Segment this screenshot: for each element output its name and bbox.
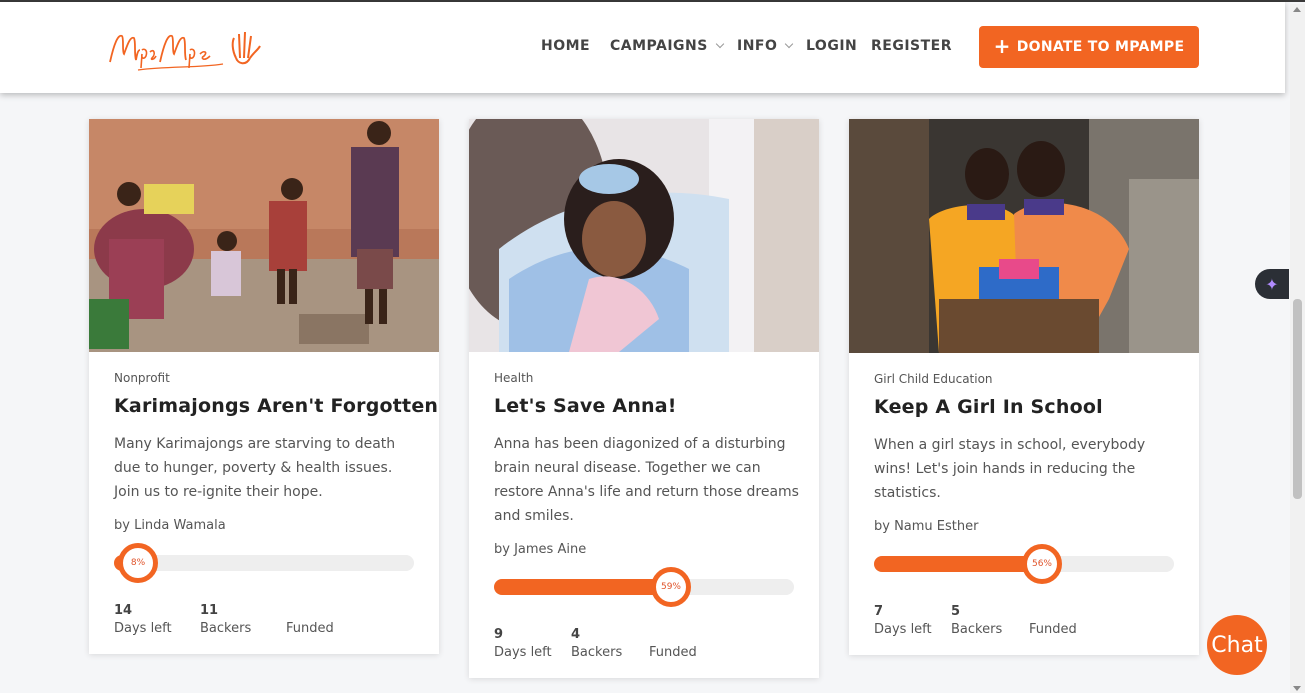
funded-label: Funded	[286, 621, 334, 636]
campaign-image[interactable]	[89, 119, 439, 352]
nav-campaigns[interactable]: CAMPAIGNS	[610, 38, 725, 54]
donate-button[interactable]: + DONATE TO MPAMPE	[979, 26, 1199, 68]
campaign-description: When a girl stays in school, everybody w…	[874, 437, 1146, 501]
page-scrollbar[interactable]	[1290, 4, 1305, 693]
progress-fill	[494, 579, 671, 595]
days-left-label: Days left	[874, 622, 932, 637]
days-left-label: Days left	[494, 645, 552, 660]
campaign-title[interactable]: Karimajongs Aren't Forgotten	[114, 395, 438, 417]
days-left-value: 7	[874, 604, 884, 619]
donate-button-label: DONATE TO MPAMPE	[1016, 39, 1185, 55]
days-left-label: Days left	[114, 621, 172, 636]
nav-register[interactable]: REGISTER	[871, 38, 952, 54]
days-left-stat: 7 Days left	[874, 604, 932, 637]
backers-value: 4	[571, 627, 581, 642]
funded-stat: Funded	[649, 627, 697, 660]
progress-knob: 56%	[1022, 544, 1062, 584]
campaign-category: Girl Child Education	[874, 372, 993, 386]
days-left-stat: 9 Days left	[494, 627, 552, 660]
campaign-card[interactable]: Girl Child Education Keep A Girl In Scho…	[849, 119, 1199, 655]
nav-home-label: HOME	[541, 38, 591, 54]
progress-label: 56%	[1031, 559, 1052, 569]
plus-icon: +	[993, 34, 1011, 58]
funded-value	[649, 627, 697, 645]
campaign-card[interactable]: Nonprofit Karimajongs Aren't Forgotten M…	[89, 119, 439, 654]
progress-bar: 59%	[494, 567, 794, 607]
funded-value	[286, 603, 334, 621]
scroll-up-arrow-icon[interactable]	[1293, 7, 1301, 12]
campaign-description: Anna has been diagonized of a disturbing…	[494, 436, 799, 524]
funded-value	[1029, 604, 1077, 622]
backers-label: Backers	[200, 621, 252, 636]
ai-assistant-button[interactable]: ✦	[1255, 269, 1289, 299]
backers-label: Backers	[571, 645, 623, 660]
nav-home[interactable]: HOME	[541, 38, 590, 54]
chat-button[interactable]: Chat	[1207, 615, 1267, 675]
campaign-title[interactable]: Let's Save Anna!	[494, 395, 677, 417]
progress-bar: 56%	[874, 544, 1174, 584]
backers-stat: 11 Backers	[200, 603, 251, 636]
progress-knob: 8%	[118, 543, 158, 583]
campaign-image[interactable]	[849, 119, 1199, 353]
chat-label: Chat	[1211, 632, 1263, 658]
campaign-card[interactable]: Health Let's Save Anna! Anna has been di…	[469, 119, 819, 678]
mpampe-logo[interactable]	[108, 24, 263, 76]
campaign-category: Nonprofit	[114, 371, 170, 385]
backers-value: 5	[951, 604, 961, 619]
campaign-author: by Namu Esther	[874, 519, 979, 534]
progress-bar: 8%	[114, 543, 414, 583]
chevron-down-icon	[715, 39, 725, 49]
nav-info-label: INFO	[737, 38, 778, 54]
chevron-down-icon	[785, 39, 794, 49]
progress-fill	[874, 556, 1042, 572]
nav-login[interactable]: LOGIN	[806, 38, 857, 54]
campaign-title[interactable]: Keep A Girl In School	[874, 396, 1103, 418]
progress-knob: 59%	[651, 567, 691, 607]
scrollbar-thumb[interactable]	[1293, 299, 1302, 499]
campaign-author: by Linda Wamala	[114, 518, 226, 533]
funded-stat: Funded	[1029, 604, 1077, 637]
campaign-description: Many Karimajongs are starving to death d…	[114, 436, 396, 500]
site-header: HOME CAMPAIGNS INFO LOGIN REGISTER + DON…	[0, 2, 1285, 93]
funded-stat: Funded	[286, 603, 334, 636]
nav-login-label: LOGIN	[806, 38, 858, 54]
backers-stat: 5 Backers	[951, 604, 1002, 637]
days-left-value: 14	[114, 603, 133, 618]
funded-label: Funded	[649, 645, 697, 660]
campaign-image[interactable]	[469, 119, 819, 352]
campaign-author: by James Aine	[494, 542, 587, 557]
funded-label: Funded	[1029, 622, 1077, 637]
progress-label: 8%	[130, 558, 146, 568]
scroll-down-arrow-icon[interactable]	[1293, 686, 1301, 691]
days-left-stat: 14 Days left	[114, 603, 172, 636]
backers-value: 11	[200, 603, 219, 618]
progress-label: 59%	[660, 582, 681, 592]
backers-stat: 4 Backers	[571, 627, 622, 660]
nav-info[interactable]: INFO	[737, 38, 794, 54]
backers-label: Backers	[951, 622, 1003, 637]
logo-icon	[109, 31, 261, 71]
nav-campaigns-label: CAMPAIGNS	[610, 38, 708, 54]
campaign-category: Health	[494, 371, 534, 385]
days-left-value: 9	[494, 627, 504, 642]
nav-register-label: REGISTER	[871, 38, 953, 54]
sparkle-icon: ✦	[1265, 274, 1279, 294]
